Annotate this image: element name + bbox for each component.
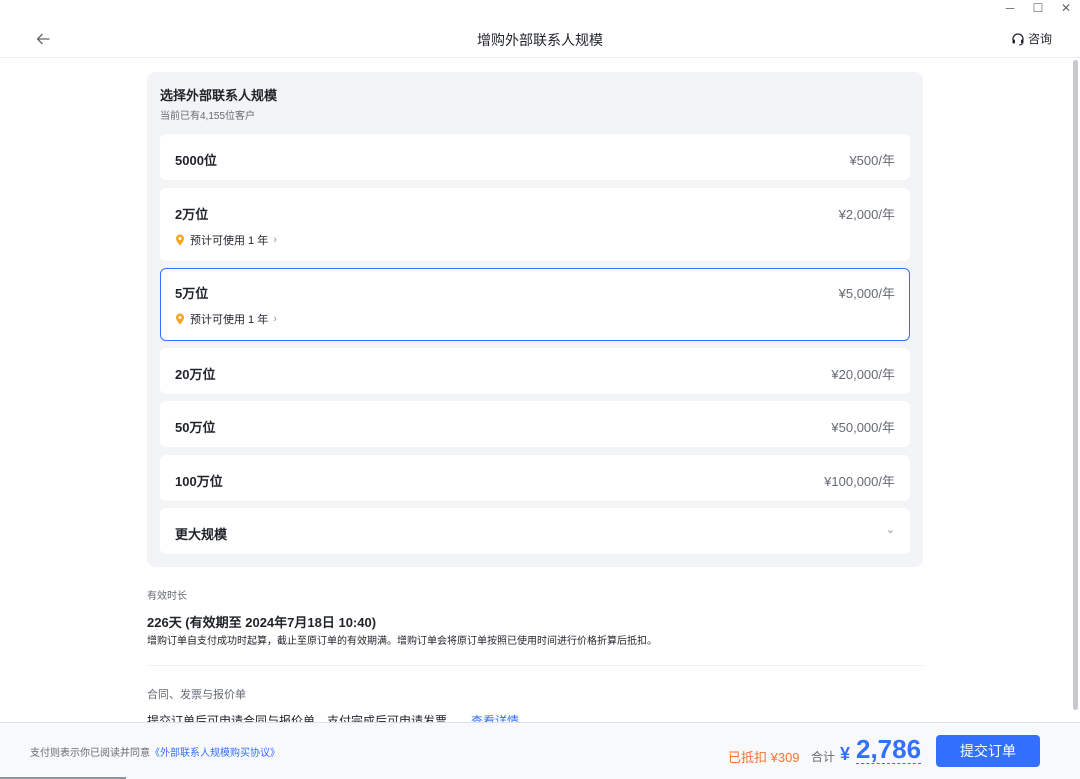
scrollbar[interactable] (1073, 60, 1078, 720)
option-price: ¥5,000/年 (838, 286, 895, 301)
usage-estimate[interactable]: 预计可使用 1 年 › (175, 311, 277, 327)
location-pin-icon (176, 234, 184, 246)
maximize-button[interactable]: ☐ (1024, 0, 1052, 16)
scrollbar-thumb[interactable] (1073, 60, 1078, 710)
usage-estimate-text: 预计可使用 1 年 (190, 314, 269, 326)
contract-label: 合同、发票与报价单 (147, 689, 246, 701)
divider (147, 665, 923, 666)
page-title: 增购外部联系人规模 (477, 32, 603, 48)
option-5000[interactable]: 5000位 ¥500/年 (160, 134, 910, 180)
option-1m[interactable]: 100万位 ¥100,000/年 (160, 455, 910, 501)
validity-label: 有效时长 (147, 591, 187, 602)
option-name: 2万位 (175, 207, 209, 222)
scale-selection-panel: 选择外部联系人规模 当前已有4,155位客户 5000位 ¥500/年 2万位 … (147, 72, 923, 567)
minimize-button[interactable]: ─ (996, 0, 1024, 16)
contract-description: 提交订单后可申请合同与报价单，支付完成后可申请发票。 查看详情 (147, 712, 519, 722)
agreement-text: 支付则表示你已阅读并同意 (30, 748, 150, 759)
current-customer-count: 当前已有4,155位客户 (160, 111, 256, 122)
validity-value: 226天 (有效期至 2024年7月18日 10:40) (147, 615, 377, 630)
option-name: 更大规模 (175, 527, 228, 542)
option-price: ¥100,000/年 (824, 474, 895, 489)
total-label: 合计 (811, 750, 836, 764)
panel-title: 选择外部联系人规模 (160, 88, 278, 103)
agreement-link[interactable]: 《外部联系人规模购买协议》 (150, 748, 280, 759)
title-bar: 增购外部联系人规模 咨询 (0, 18, 1080, 58)
close-button[interactable]: ✕ (1052, 0, 1080, 16)
total-currency: ¥ (840, 744, 851, 764)
option-name: 50万位 (175, 420, 216, 435)
option-name: 5000位 (175, 153, 217, 168)
option-price: ¥2,000/年 (838, 207, 895, 222)
headset-icon (1012, 32, 1024, 45)
option-price: ¥20,000/年 (831, 367, 895, 382)
option-price: ¥500/年 (849, 153, 895, 168)
consult-button[interactable]: 咨询 (1011, 30, 1052, 47)
consult-label: 咨询 (1027, 32, 1052, 46)
chevron-down-icon: ⌄ (885, 524, 895, 536)
validity-description: 增购订单自支付成功时起算，截止至原订单的有效期满。增购订单会将原订单按照已使用时… (147, 636, 657, 647)
window-controls: ─ ☐ ✕ (996, 0, 1080, 16)
option-name: 20万位 (175, 367, 216, 382)
location-pin-icon (176, 313, 184, 325)
chevron-right-icon: › (273, 234, 277, 246)
option-50k[interactable]: 5万位 ¥5,000/年 预计可使用 1 年 › (160, 268, 910, 341)
chevron-right-icon: › (273, 313, 277, 325)
order-footer: 支付则表示你已阅读并同意《外部联系人规模购买协议》 已抵扣 ¥309 合计 ¥ … (0, 722, 1080, 779)
contract-description-text: 提交订单后可申请合同与报价单，支付完成后可申请发票。 (147, 714, 460, 722)
option-500k[interactable]: 50万位 ¥50,000/年 (160, 401, 910, 447)
agreement-notice: 支付则表示你已阅读并同意《外部联系人规模购买协议》 (30, 744, 280, 759)
view-details-link[interactable]: 查看详情 (471, 714, 519, 722)
option-larger-scale[interactable]: 更大规模 ⌄ (160, 508, 910, 554)
usage-estimate-text: 预计可使用 1 年 (190, 235, 269, 247)
content-area[interactable]: 选择外部联系人规模 当前已有4,155位客户 5000位 ¥500/年 2万位 … (0, 59, 1072, 722)
total-amount[interactable]: 2,786 (856, 735, 922, 764)
option-20k[interactable]: 2万位 ¥2,000/年 预计可使用 1 年 › (160, 188, 910, 261)
usage-estimate[interactable]: 预计可使用 1 年 › (175, 232, 277, 248)
option-name: 5万位 (175, 286, 209, 301)
option-price: ¥50,000/年 (831, 420, 895, 435)
option-name: 100万位 (175, 474, 223, 489)
option-200k[interactable]: 20万位 ¥20,000/年 (160, 348, 910, 394)
submit-order-button[interactable]: 提交订单 (936, 735, 1040, 767)
deduction-amount: 已抵扣 ¥309 (728, 750, 800, 765)
